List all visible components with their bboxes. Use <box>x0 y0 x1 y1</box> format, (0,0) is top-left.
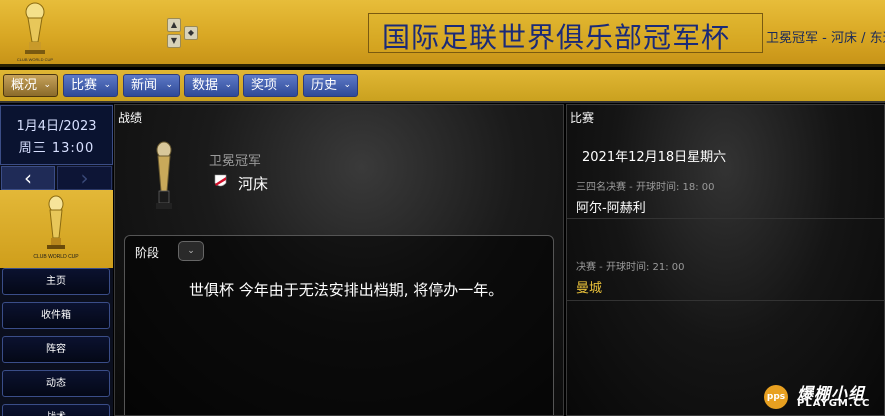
scroll-options-button[interactable]: ◆ <box>184 26 198 40</box>
scroll-down-button[interactable]: ▼ <box>167 34 181 48</box>
trophy-icon <box>156 141 172 209</box>
match-row[interactable]: 决赛 - 开球时间: 21: 00 曼城 <box>567 253 884 301</box>
back-button[interactable]: ‹ <box>1 166 55 190</box>
stage-box: 阶段 ⌄ 世俱杯 今年由于无法安排出档期, 将停办一年。 <box>124 235 554 415</box>
page-title: 国际足联世界俱乐部冠军杯 <box>382 21 731 54</box>
page-subtitle: 卫冕冠军 - 河床 / 东道 <box>766 31 885 46</box>
river-plate-badge-icon <box>214 174 227 187</box>
svg-text:CLUB WORLD CUP: CLUB WORLD CUP <box>17 57 54 62</box>
competition-badge: CLUB WORLD CUP <box>0 190 113 268</box>
sidebar-news-button[interactable]: 动态 <box>2 370 110 397</box>
match-row[interactable]: 三四名决赛 - 开球时间: 18: 00 阿尔-阿赫利 <box>567 169 884 219</box>
match-date: 2021年12月18日星期六 <box>582 150 727 165</box>
menu-label: 历史 <box>311 78 338 93</box>
menu-label: 比赛 <box>71 78 98 93</box>
watermark-logo-icon: pps <box>764 385 788 409</box>
date-text: 1月4日/2023 <box>16 119 97 134</box>
scroll-up-button[interactable]: ▲ <box>167 18 181 32</box>
match-meta: 三四名决赛 - 开球时间: 18: 00 <box>576 182 715 193</box>
sidebar-home-button[interactable]: 主页 <box>2 268 110 295</box>
menu-history[interactable]: 历史 ⌄ <box>303 74 358 97</box>
menu-stats[interactable]: 数据 ⌄ <box>184 74 239 97</box>
chevron-down-icon: ⌄ <box>103 80 111 90</box>
time-text: 周三 13:00 <box>18 141 95 156</box>
stage-label: 阶段 <box>135 246 160 260</box>
sidebar: 1月4日/2023 周三 13:00 ‹ › CLUB WORLD CUP 主页… <box>0 104 113 416</box>
results-panel-title: 战绩 <box>118 111 143 125</box>
match-team[interactable]: 曼城 <box>576 277 602 296</box>
sidebar-inbox-button[interactable]: 收件箱 <box>2 302 110 329</box>
menu-label: 奖项 <box>251 78 278 93</box>
stage-dropdown[interactable]: ⌄ <box>178 241 204 261</box>
club-world-cup-logo: CLUB WORLD CUP <box>17 2 54 62</box>
menu-news[interactable]: 新闻 ⌄ <box>123 74 180 97</box>
watermark-url: PLAYGM.CC <box>797 398 871 409</box>
menu-awards[interactable]: 奖项 ⌄ <box>243 74 298 97</box>
chevron-down-icon: ⌄ <box>165 80 173 90</box>
sidebar-squad-button[interactable]: 阵容 <box>2 336 110 363</box>
results-panel: 战绩 卫冕冠军 河床 阶段 ⌄ 世俱杯 今年由于无法安排出档期, 将停办一年。 <box>114 104 564 416</box>
defending-champion-label: 卫冕冠军 <box>209 154 262 169</box>
match-team[interactable]: 阿尔-阿赫利 <box>576 197 646 216</box>
header-arrows: ▲ ▼ ◆ <box>167 18 199 50</box>
menu-matches[interactable]: 比赛 ⌄ <box>63 74 118 97</box>
header-bar: CLUB WORLD CUP ▲ ▼ ◆ 国际足联世界俱乐部冠军杯 卫冕冠军 -… <box>0 0 885 67</box>
menu-overview[interactable]: 概况 ⌄ <box>3 74 58 97</box>
match-meta: 决赛 - 开球时间: 21: 00 <box>576 262 685 273</box>
stage-message: 世俱杯 今年由于无法安排出档期, 将停办一年。 <box>189 281 504 299</box>
matches-panel: 比赛 2021年12月18日星期六 三四名决赛 - 开球时间: 18: 00 阿… <box>566 104 885 416</box>
sidebar-tactics-button[interactable]: 战术 <box>2 404 110 416</box>
forward-button[interactable]: › <box>57 166 112 190</box>
svg-text:CLUB WORLD CUP: CLUB WORLD CUP <box>33 254 79 260</box>
menu-label: 数据 <box>192 78 219 93</box>
defending-champion-club[interactable]: 河床 <box>238 173 268 194</box>
matches-panel-title: 比赛 <box>570 111 595 125</box>
chevron-down-icon: ⌄ <box>343 80 351 90</box>
main-menu: 概况 ⌄ 比赛 ⌄ 新闻 ⌄ 数据 ⌄ 奖项 ⌄ 历史 ⌄ <box>0 70 885 103</box>
menu-label: 新闻 <box>131 78 158 93</box>
chevron-down-icon: ⌄ <box>43 80 51 90</box>
chevron-down-icon: ⌄ <box>283 80 291 90</box>
chevron-down-icon: ⌄ <box>224 80 232 90</box>
trophy-icon: CLUB WORLD CUP <box>33 195 79 260</box>
current-date: 1月4日/2023 周三 13:00 <box>0 105 113 165</box>
menu-label: 概况 <box>11 78 38 93</box>
